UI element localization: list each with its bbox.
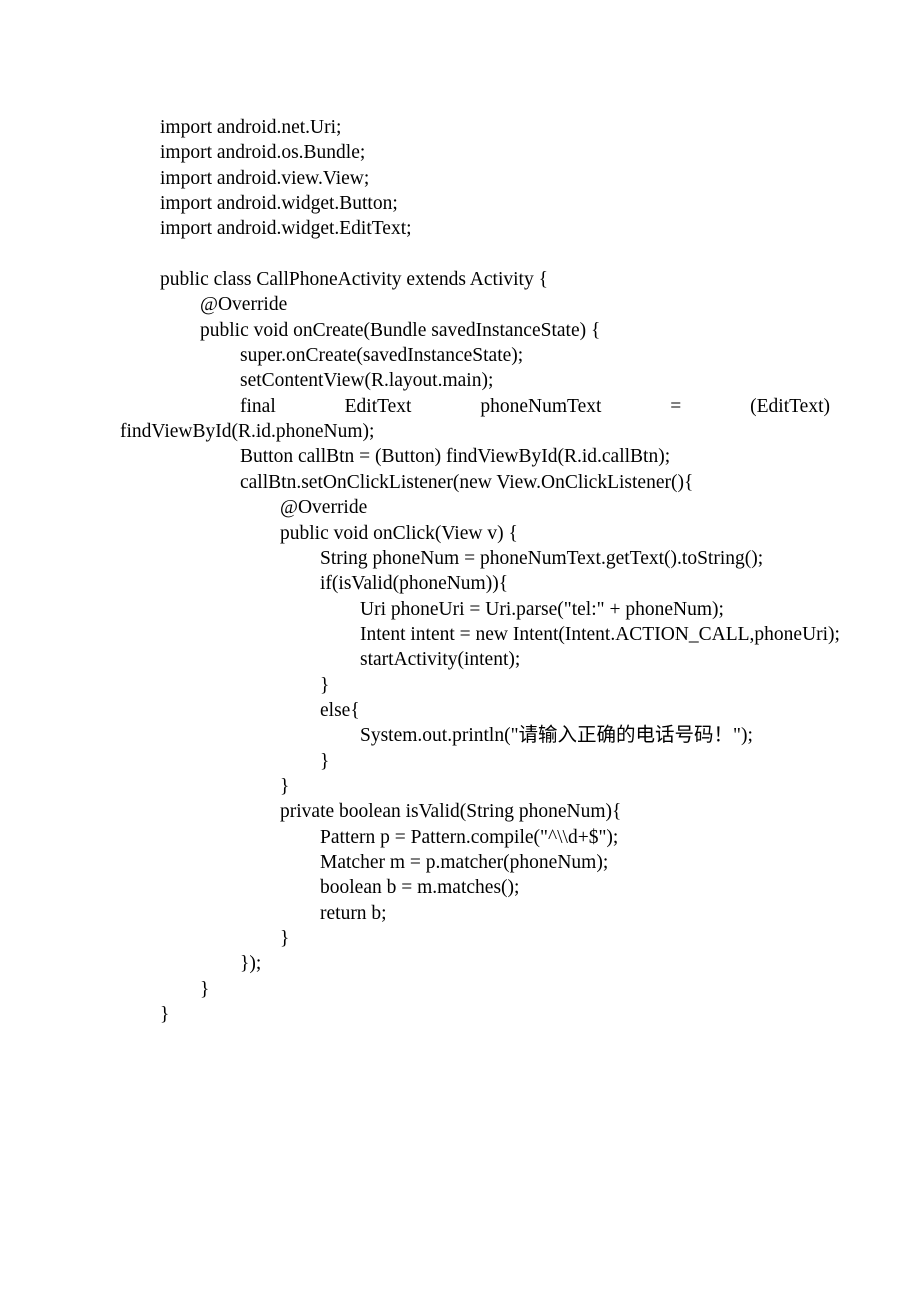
- code-line: return b;: [120, 901, 830, 926]
- document-page: import android.net.Uri;import android.os…: [0, 0, 920, 1302]
- code-line: }: [120, 774, 830, 799]
- code-line: setContentView(R.layout.main);: [120, 368, 830, 393]
- code-line: });: [120, 951, 830, 976]
- code-line: @Override: [120, 292, 830, 317]
- code-line: }: [120, 673, 830, 698]
- code-line: else{: [120, 698, 830, 723]
- code-line: }: [120, 1002, 830, 1027]
- code-line: import android.os.Bundle;: [120, 140, 830, 165]
- code-line: Uri phoneUri = Uri.parse("tel:" + phoneN…: [120, 597, 830, 622]
- code-line: System.out.println("请输入正确的电话号码！");: [120, 723, 830, 748]
- code-line: if(isValid(phoneNum)){: [120, 571, 830, 596]
- code-line: Button callBtn = (Button) findViewById(R…: [120, 444, 830, 469]
- code-line: import android.widget.Button;: [120, 191, 830, 216]
- code-line: findViewById(R.id.phoneNum);: [120, 419, 830, 444]
- code-line: public void onClick(View v) {: [120, 521, 830, 546]
- code-line: }: [120, 749, 830, 774]
- code-line: String phoneNum = phoneNumText.getText()…: [120, 546, 830, 571]
- code-line: import android.widget.EditText;: [120, 216, 830, 241]
- code-line: public void onCreate(Bundle savedInstanc…: [120, 318, 830, 343]
- code-line: Pattern p = Pattern.compile("^\\d+$");: [120, 825, 830, 850]
- code-line: }: [120, 977, 830, 1002]
- code-line: [120, 242, 830, 267]
- code-line: callBtn.setOnClickListener(new View.OnCl…: [120, 470, 830, 495]
- code-line: public class CallPhoneActivity extends A…: [120, 267, 830, 292]
- code-line: Matcher m = p.matcher(phoneNum);: [120, 850, 830, 875]
- code-line: super.onCreate(savedInstanceState);: [120, 343, 830, 368]
- code-line: startActivity(intent);: [120, 647, 830, 672]
- code-line: private boolean isValid(String phoneNum)…: [120, 799, 830, 824]
- code-line: @Override: [120, 495, 830, 520]
- code-listing: import android.net.Uri;import android.os…: [120, 115, 830, 1027]
- code-line: final EditText phoneNumText = (EditText): [120, 394, 830, 419]
- code-line: }: [120, 926, 830, 951]
- code-line: Intent intent = new Intent(Intent.ACTION…: [120, 622, 830, 647]
- code-line: import android.net.Uri;: [120, 115, 830, 140]
- code-line: boolean b = m.matches();: [120, 875, 830, 900]
- code-line: import android.view.View;: [120, 166, 830, 191]
